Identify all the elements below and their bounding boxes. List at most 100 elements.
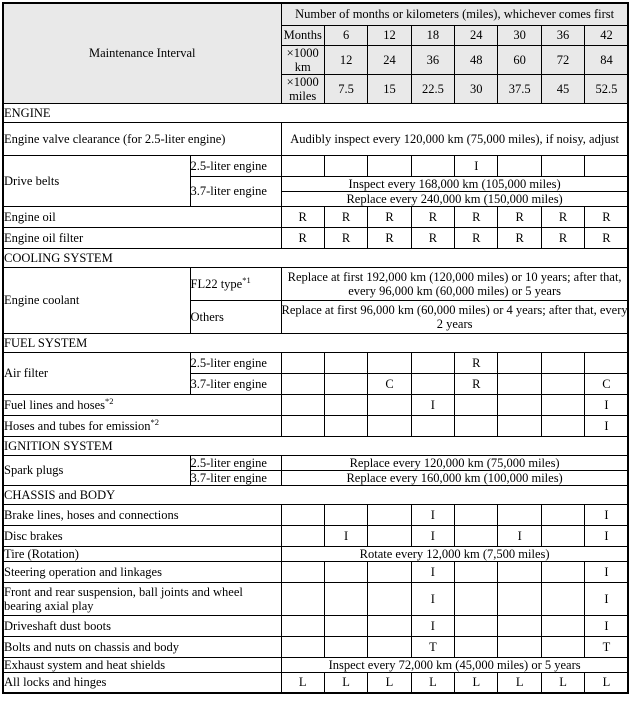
cell-drive-belts-25-7 <box>540 154 586 177</box>
header-label-miles: ×1000 miles <box>280 73 325 104</box>
row-note-drive-belts-replace: Replace every 240,000 km (150,000 miles) <box>280 190 629 207</box>
cell-steering-5 <box>454 560 499 583</box>
row-note-engine-valve-clearance: Audibly inspect every 120,000 km (75,000… <box>280 121 629 156</box>
section-label-fuel-system: FUEL SYSTEM <box>2 332 629 353</box>
cell-air-filter-37-8: C <box>584 372 629 395</box>
row-note-spark-plugs-37: Replace every 160,000 km (100,000 miles) <box>280 469 629 486</box>
header-label-months: Months <box>280 24 325 46</box>
row-label-steering-operation: Steering operation and linkages <box>2 560 282 583</box>
cell-locks-7: L <box>540 671 586 694</box>
cell-engine-oil-2: R <box>323 205 369 228</box>
row-label-engine-valve-clearance: Engine valve clearance (for 2.5-liter en… <box>2 121 282 156</box>
header-label-km: ×1000 km <box>280 44 325 75</box>
cell-engine-oil-filter-6: R <box>497 226 542 249</box>
table-row-bolts-and-nuts: Bolts and nuts on chassis and body T T <box>2 635 629 658</box>
section-header-ignition-system: IGNITION SYSTEM <box>2 435 629 456</box>
cell-air-filter-37-2 <box>323 372 369 395</box>
cell-fuel-lines-5 <box>454 393 499 416</box>
table-row-engine-valve-clearance: Engine valve clearance (for 2.5-liter en… <box>2 121 629 156</box>
section-header-chassis-and-body: CHASSIS and BODY <box>2 484 629 505</box>
cell-locks-3: L <box>367 671 412 694</box>
section-header-engine: ENGINE <box>2 102 629 123</box>
header-months-5: 30 <box>497 24 542 46</box>
footnote-marker-fuel-lines: *2 <box>105 395 114 406</box>
cell-brake-lines-1 <box>280 503 325 526</box>
cell-locks-4: L <box>410 671 456 694</box>
row-note-coolant-fl22: Replace at first 192,000 km (120,000 mil… <box>280 266 629 301</box>
cell-engine-oil-6: R <box>497 205 542 228</box>
cell-locks-8: L <box>584 671 629 694</box>
cell-locks-6: L <box>497 671 542 694</box>
table-row-fuel-lines-and-hoses: Fuel lines and hoses*2 I I <box>2 393 629 416</box>
cell-drive-belts-25-6 <box>497 154 542 177</box>
cell-disc-brakes-7 <box>540 524 586 547</box>
cell-emission-7 <box>540 414 586 437</box>
row-label-suspension-ball-joints: Front and rear suspension, ball joints a… <box>2 581 282 616</box>
cell-air-filter-25-4 <box>410 351 456 374</box>
cell-brake-lines-2 <box>323 503 369 526</box>
header-km-5: 60 <box>497 44 542 75</box>
cell-bolts-5 <box>454 635 499 658</box>
cell-air-filter-37-4 <box>410 372 456 395</box>
header-km-3: 36 <box>410 44 456 75</box>
footnote-marker-emission: *2 <box>150 416 160 427</box>
cell-locks-2: L <box>323 671 369 694</box>
cell-emission-8: I <box>584 414 629 437</box>
header-miles-4: 30 <box>454 73 499 104</box>
header-miles-2: 15 <box>367 73 412 104</box>
sub-label-air-filter-37: 3.7-liter engine <box>189 372 282 395</box>
table-header-row-span: Maintenance Interval Number of months or… <box>2 2 629 104</box>
header-km-4: 48 <box>454 44 499 75</box>
cell-air-filter-37-6 <box>497 372 542 395</box>
cell-driveshaft-4: I <box>410 614 456 637</box>
table-row-suspension-ball-joints: Front and rear suspension, ball joints a… <box>2 581 629 616</box>
cell-air-filter-37-3: C <box>367 372 412 395</box>
row-label-engine-oil-filter: Engine oil filter <box>2 226 282 249</box>
section-label-cooling-system: COOLING SYSTEM <box>2 247 629 268</box>
cell-disc-brakes-5 <box>454 524 499 547</box>
header-miles-7: 52.5 <box>584 73 629 104</box>
cell-steering-2 <box>323 560 369 583</box>
table-row-drive-belts-25: Drive belts 2.5-liter engine I <box>2 154 629 207</box>
maintenance-schedule-table: Maintenance Interval Number of months or… <box>2 2 629 694</box>
cell-disc-brakes-8: I <box>584 524 629 547</box>
cell-emission-3 <box>367 414 412 437</box>
cell-drive-belts-25-3 <box>367 154 412 177</box>
table-row-engine-oil: Engine oil R R R R R R R R <box>2 205 629 228</box>
cell-suspension-2 <box>323 581 369 616</box>
cell-emission-6 <box>497 414 542 437</box>
section-label-ignition-system: IGNITION SYSTEM <box>2 435 629 456</box>
sub-label-coolant-others: Others <box>189 299 282 334</box>
cell-steering-6 <box>497 560 542 583</box>
cell-locks-5: L <box>454 671 499 694</box>
section-header-cooling-system: COOLING SYSTEM <box>2 247 629 268</box>
cell-brake-lines-7 <box>540 503 586 526</box>
cell-disc-brakes-6: I <box>497 524 542 547</box>
row-label-spark-plugs: Spark plugs <box>2 454 191 486</box>
row-label-engine-coolant: Engine coolant <box>2 266 191 334</box>
header-months-6: 36 <box>540 24 586 46</box>
cell-drive-belts-25-4 <box>410 154 456 177</box>
cell-emission-4 <box>410 414 456 437</box>
table-row-engine-coolant-fl22: Engine coolant FL22 type*1 Replace at fi… <box>2 266 629 334</box>
cell-suspension-7 <box>540 581 586 616</box>
cell-driveshaft-3 <box>367 614 412 637</box>
cell-fuel-lines-8: I <box>584 393 629 416</box>
table-row-all-locks-and-hinges: All locks and hinges L L L L L L L L <box>2 671 629 694</box>
cell-air-filter-25-2 <box>323 351 369 374</box>
header-months-4: 24 <box>454 24 499 46</box>
cell-engine-oil-4: R <box>410 205 456 228</box>
row-label-air-filter: Air filter <box>2 351 191 395</box>
cell-engine-oil-filter-5: R <box>454 226 499 249</box>
table-row-tire-rotation: Tire (Rotation) Rotate every 12,000 km (… <box>2 545 629 562</box>
cell-suspension-5 <box>454 581 499 616</box>
table-row-air-filter-25: Air filter 2.5-liter engine R <box>2 351 629 395</box>
row-label-driveshaft-dust-boots: Driveshaft dust boots <box>2 614 282 637</box>
row-label-bolts-and-nuts: Bolts and nuts on chassis and body <box>2 635 282 658</box>
cell-driveshaft-6 <box>497 614 542 637</box>
cell-drive-belts-25-2 <box>323 154 369 177</box>
header-km-2: 24 <box>367 44 412 75</box>
sub-label-drive-belts-37: 3.7-liter engine <box>189 175 282 207</box>
cell-locks-1: L <box>280 671 325 694</box>
cell-suspension-3 <box>367 581 412 616</box>
